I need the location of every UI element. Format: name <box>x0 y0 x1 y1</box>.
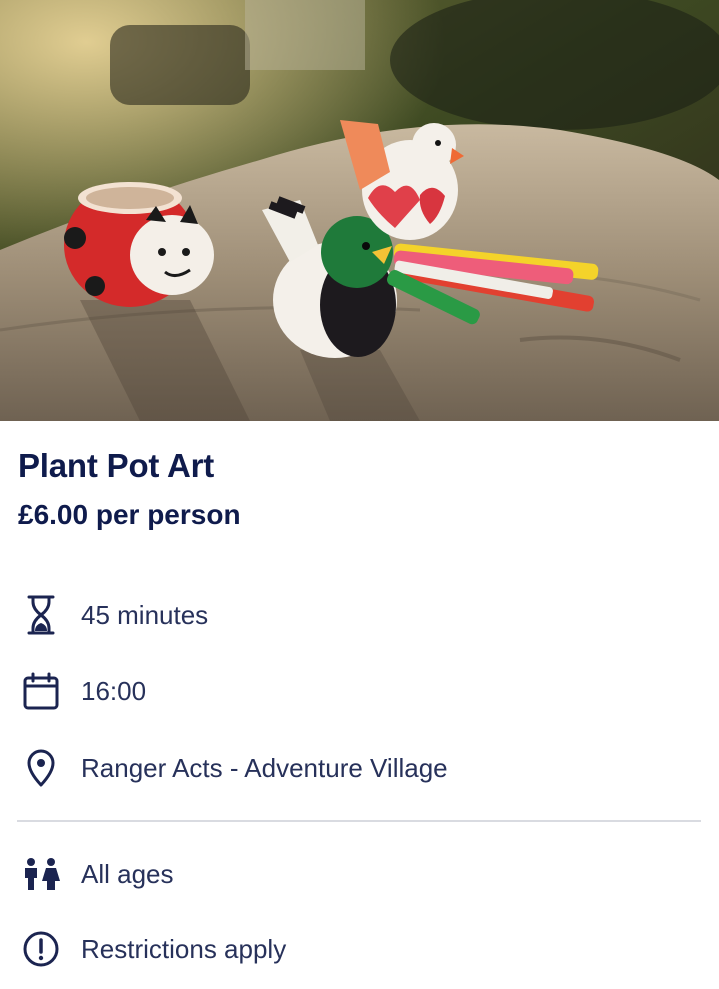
section-divider <box>17 820 701 822</box>
detail-row-restrictions: Restrictions apply <box>18 927 286 971</box>
alert-circle-icon <box>18 927 64 971</box>
ages-text: All ages <box>81 858 174 889</box>
activity-price: £6.00 per person <box>18 499 241 530</box>
time-text: 16:00 <box>81 675 147 706</box>
calendar-icon <box>18 669 64 713</box>
detail-row-duration: 45 minutes <box>18 593 208 637</box>
detail-row-time: 16:00 <box>18 669 146 713</box>
duration-text: 45 minutes <box>81 599 209 630</box>
location-pin-icon <box>18 746 64 790</box>
detail-row-location: Ranger Acts - Adventure Village <box>18 746 448 790</box>
activity-title: Plant Pot Art <box>18 447 215 484</box>
activity-hero-image <box>0 0 719 421</box>
restrictions-text: Restrictions apply <box>81 933 287 964</box>
children-icon <box>18 852 64 896</box>
hourglass-icon <box>18 593 64 637</box>
location-text: Ranger Acts - Adventure Village <box>81 752 448 783</box>
detail-row-ages: All ages <box>18 852 174 896</box>
